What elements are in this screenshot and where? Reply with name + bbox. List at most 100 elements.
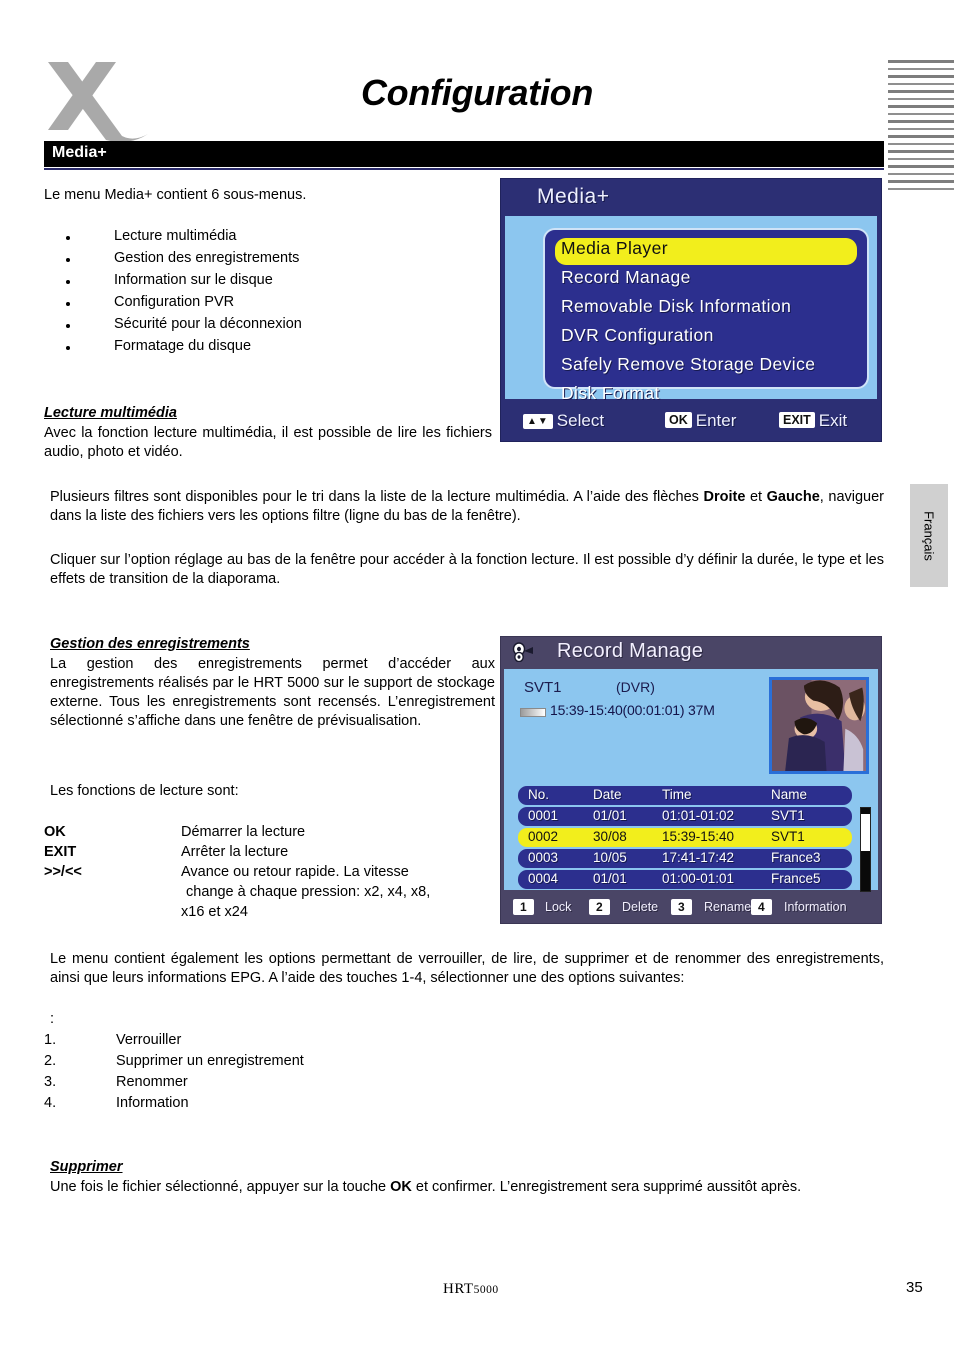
cell-name: SVT1 <box>771 829 805 844</box>
section-underline <box>44 168 884 170</box>
function-key-delete[interactable]: 2 <box>589 899 610 915</box>
recordings-scrollbar[interactable] <box>860 807 871 892</box>
language-tab: Français <box>910 484 948 587</box>
bullet-dot-icon <box>66 236 70 240</box>
footer-brand-model: 5000 <box>473 1284 499 1296</box>
osd-header-media-plus: Media+ <box>501 179 881 215</box>
numbered-item: 2. Supprimer un enregistrement <box>44 1053 544 1074</box>
key-gauche: Gauche <box>766 489 820 505</box>
para-lecture-2: Plusieurs filtres sont disponibles pour … <box>50 488 884 526</box>
function-key-label-rename: Rename <box>704 900 752 914</box>
table-row[interactable]: 0001 01/01 01:01-01:02 SVT1 <box>518 807 852 826</box>
para-fonctions-lecture: Les fonctions de lecture sont: <box>50 783 239 799</box>
osd-time-range: 15:39-15:40(00:01:01) 37M <box>550 702 715 718</box>
bullet-label: Sécurité pour la déconnexion <box>114 316 302 332</box>
heading-gestion-enregistrements: Gestion des enregistrements <box>50 636 250 652</box>
key-ok-inline: OK <box>390 1179 412 1195</box>
keycap-icon: OK <box>665 412 692 428</box>
column-header: Name <box>771 787 808 802</box>
bullet-dot-icon <box>66 280 70 284</box>
bullet-dot-icon <box>66 346 70 350</box>
recordings-table: No. Date Time Name 0001 01/01 01:01-01:02 SVT1 0… <box>518 786 852 891</box>
bullet-item: Information sur le disque <box>44 272 484 294</box>
column-header: No. <box>528 787 550 802</box>
function-key-information[interactable]: 4 <box>751 899 772 915</box>
key-function-row: OK Démarrer la lecture <box>44 822 504 842</box>
key-name: EXIT <box>44 844 77 860</box>
osd-footer-record-manage: 1 Lock 2 Delete 3 Rename 4 Information <box>501 892 881 923</box>
cell-date: 01/01 <box>593 871 627 886</box>
numbered-label: Supprimer un enregistrement <box>116 1053 304 1069</box>
bullet-dot-icon <box>66 324 70 328</box>
colon-line: : <box>50 1011 55 1027</box>
bullet-item: Configuration PVR <box>44 294 484 316</box>
stripe-line <box>888 158 954 160</box>
stripe-line <box>888 68 954 70</box>
film-camera-icon <box>512 642 533 662</box>
stripe-line <box>888 188 954 190</box>
para-lecture-1: Avec la fonction lecture multimédia, il … <box>44 425 492 460</box>
osd-footer-hint-select[interactable]: ▲▼ Select <box>523 411 604 431</box>
keycap-label: Enter <box>695 411 737 430</box>
footer-brand-name: HRT <box>443 1281 474 1297</box>
cell-no: 0001 <box>528 808 559 823</box>
osd-menu-item-3[interactable]: DVR Configuration <box>555 325 857 352</box>
column-header: Time <box>662 787 692 802</box>
function-key-label-information: Information <box>784 900 847 914</box>
osd-source-label: (DVR) <box>616 679 655 695</box>
cell-no: 0004 <box>528 871 559 886</box>
osd-menu-item-2[interactable]: Removable Disk Information <box>555 296 857 323</box>
osd-menu-item-4[interactable]: Safely Remove Storage Device <box>555 354 857 381</box>
footer-brand: HRT5000 <box>443 1281 499 1298</box>
keycap-icon: ▲▼ <box>523 414 553 429</box>
osd-footer-hint-enter[interactable]: OK Enter <box>665 411 736 431</box>
cell-name: SVT1 <box>771 808 805 823</box>
stripe-line <box>888 60 954 63</box>
osd-body-record-manage: SVT1 (DVR) 15:39-15:40(00:01:01) 37M No.… <box>504 669 878 892</box>
stripe-line <box>888 150 954 153</box>
numbered-index: 3. <box>44 1074 57 1090</box>
scrollbar-thumb[interactable] <box>861 851 870 891</box>
table-row[interactable]: 0003 10/05 17:41-17:42 France3 <box>518 849 852 868</box>
keycap-label: Select <box>556 411 605 430</box>
key-description-cont: x16 et x24 <box>181 904 248 920</box>
osd-preview-thumbnail <box>769 677 869 774</box>
function-key-label-delete: Delete <box>622 900 659 914</box>
footer-page-number: 35 <box>906 1279 923 1296</box>
stripe-line <box>888 180 954 183</box>
stripe-line <box>888 135 954 138</box>
osd-footer-hint-exit[interactable]: EXIT Exit <box>779 411 847 431</box>
bullet-label: Gestion des enregistrements <box>114 250 300 266</box>
osd-title-media-plus: Media+ <box>537 185 610 208</box>
bullet-label: Formatage du disque <box>114 338 252 354</box>
function-key-rename[interactable]: 3 <box>671 899 692 915</box>
cell-name: France5 <box>771 871 821 886</box>
para-lecture-3: Cliquer sur l’option réglage au bas de l… <box>50 552 884 587</box>
table-row[interactable]: 0004 01/01 01:00-01:01 France5 <box>518 870 852 889</box>
key-description: Démarrer la lecture <box>181 824 306 840</box>
key-name: >>/<< <box>44 864 82 880</box>
table-row[interactable]: 0002 30/08 15:39-15:40 SVT1 <box>518 828 852 847</box>
para-supprimer-part-c: et confirmer. L’enregistrement sera supp… <box>411 1179 802 1195</box>
para-lecture-2-mid: et <box>745 489 767 505</box>
page-title: Configuration <box>360 72 594 113</box>
para-menu-options: Le menu contient également les options p… <box>50 951 884 986</box>
function-key-lock[interactable]: 1 <box>513 899 534 915</box>
cell-date: 01/01 <box>593 808 627 823</box>
cell-time: 15:39-15:40 <box>662 829 735 844</box>
osd-header-record-manage: Record Manage <box>501 637 881 668</box>
scrollbar-cap <box>861 808 870 814</box>
cell-time: 01:01-01:02 <box>662 808 735 823</box>
key-function-row: EXIT Arrêter la lecture <box>44 842 504 862</box>
language-tab-label: Français <box>921 510 937 561</box>
numbered-index: 4. <box>44 1095 57 1111</box>
tv-screenshot-media-plus: Media+ Media Player Record Manage Removabl… <box>500 178 882 442</box>
cell-date: 30/08 <box>593 829 627 844</box>
cell-name: France3 <box>771 850 821 865</box>
key-description: Avance ou retour rapide. La vitesse <box>181 864 409 880</box>
osd-menu-item-1[interactable]: Record Manage <box>555 267 857 294</box>
osd-menu-item-0[interactable]: Media Player <box>555 238 857 265</box>
function-key-label-lock: Lock <box>545 900 572 914</box>
cell-no: 0003 <box>528 850 559 865</box>
bullet-item: Formatage du disque <box>44 338 484 360</box>
